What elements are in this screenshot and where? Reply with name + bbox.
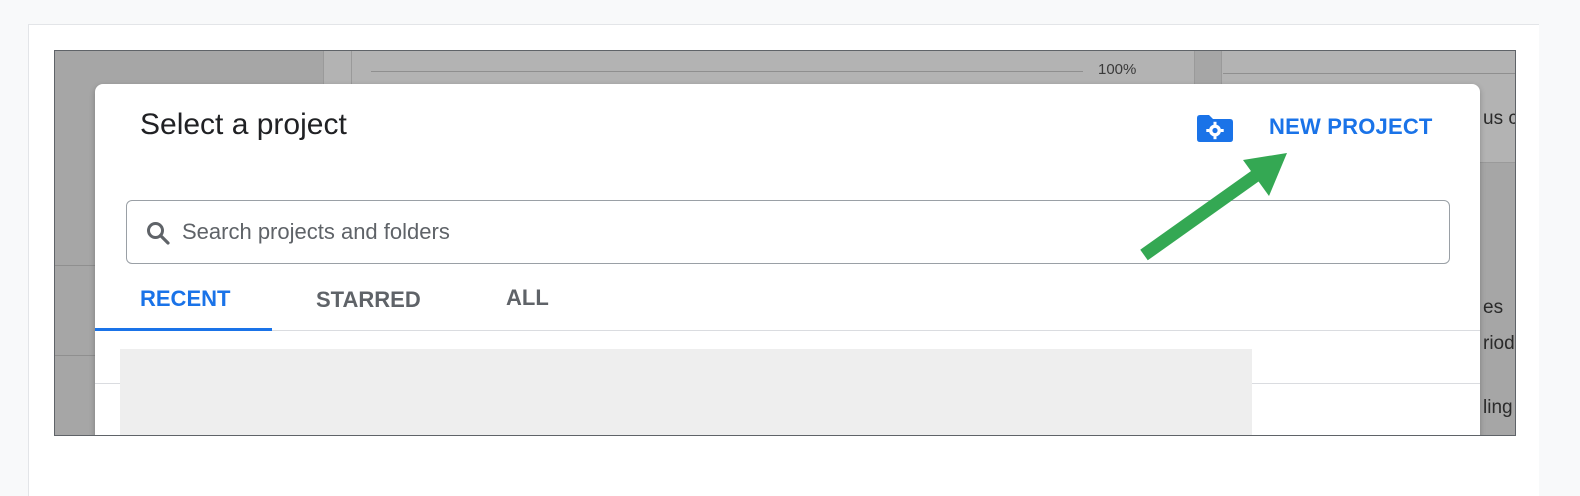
tab-recent[interactable]: RECENT [140,286,230,312]
background-progress-label: 100% [1098,61,1137,78]
background-text-1: us c [1483,108,1516,129]
search-placeholder: Search projects and folders [182,219,450,244]
tab-divider [95,330,1480,331]
active-tab-indicator [95,328,272,331]
tab-all[interactable]: ALL [506,285,549,311]
background-left-divider [55,265,95,266]
background-text-4: ling [1483,397,1513,418]
dialog-title: Select a project [140,108,347,141]
search-icon [145,220,171,246]
background-text-3: riod [1483,333,1515,354]
tab-starred[interactable]: STARRED [316,287,421,313]
console-screenshot: 100% us c es riod ling Select a project … [54,50,1516,436]
redacted-project-list [120,349,1252,435]
new-project-button[interactable]: NEW PROJECT [1269,114,1433,140]
background-right-divider [1223,73,1515,74]
background-text-2: es [1483,297,1504,318]
annotation-arrow-icon [1130,150,1295,265]
background-progress-track [371,71,1083,72]
background-left-divider-2 [55,355,95,356]
folder-gear-icon[interactable] [1195,112,1235,144]
